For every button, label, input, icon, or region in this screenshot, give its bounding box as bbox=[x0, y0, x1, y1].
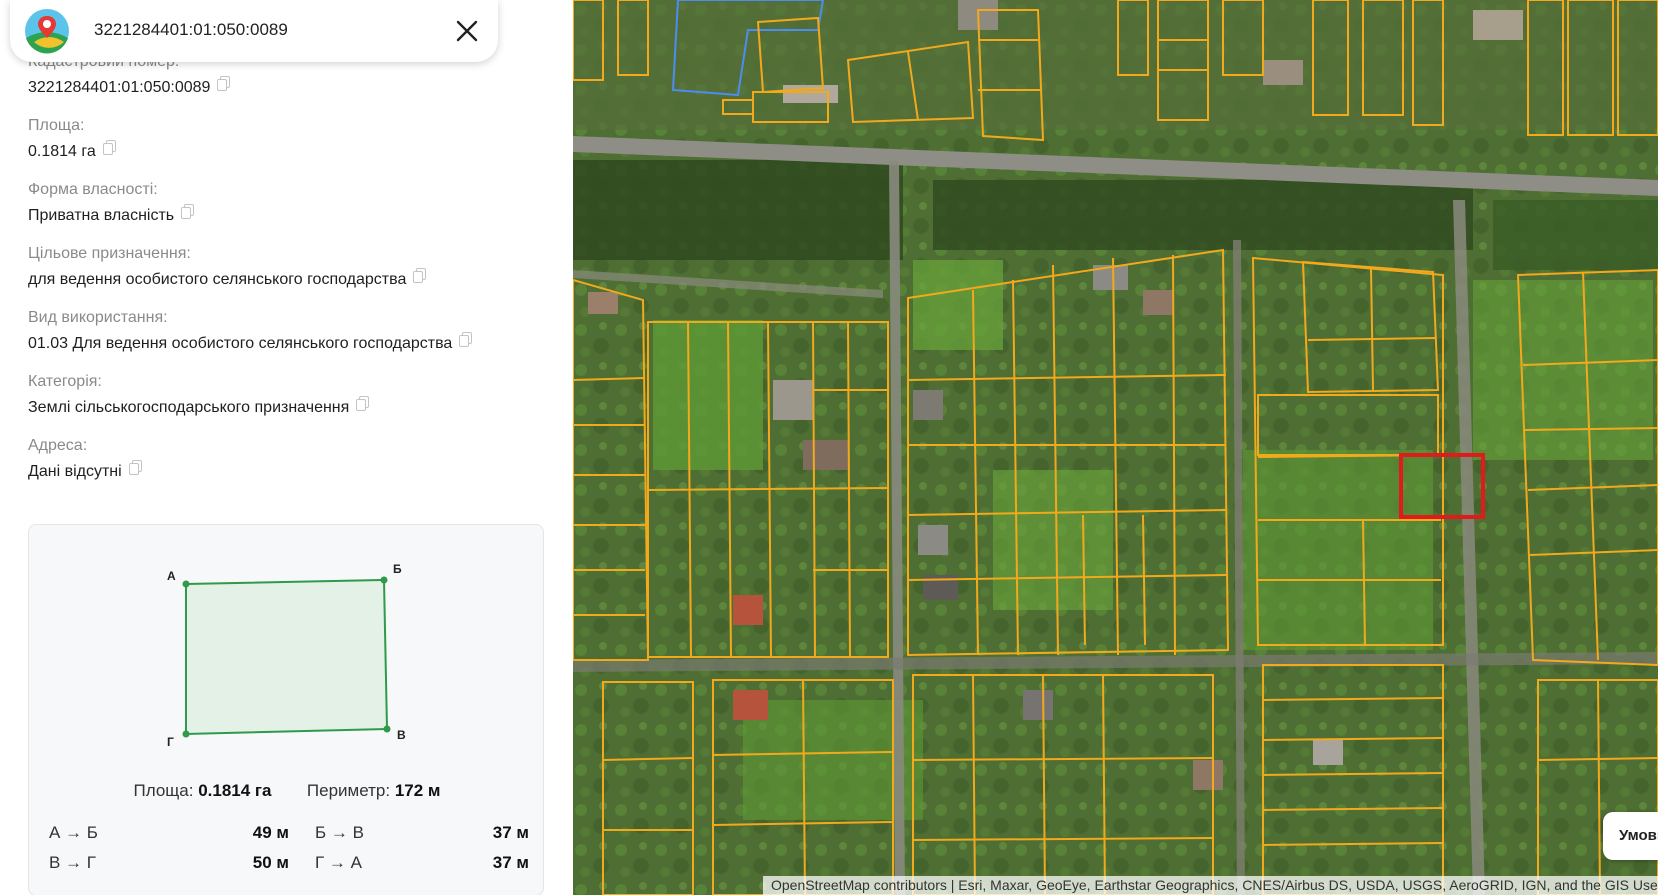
info-panel: 3221284401:01:050:0089 Кадастровий номер… bbox=[0, 0, 573, 895]
field-address: Адреса: Дані відсутні bbox=[28, 436, 548, 483]
side-row: А → Б 49 м Б → В 37 м bbox=[49, 823, 531, 847]
vertex-v-label: В bbox=[397, 728, 406, 742]
field-area: Площа: 0.1814 га bbox=[28, 116, 548, 163]
terms-button[interactable]: Умови bbox=[1603, 812, 1658, 860]
cadastral-map[interactable]: Умови OpenStreetMap contributors | Esri,… bbox=[573, 0, 1658, 895]
copy-icon[interactable] bbox=[181, 203, 195, 219]
building-roof bbox=[1023, 690, 1053, 720]
building-roof bbox=[1193, 760, 1223, 790]
field-value: Землі сільськогосподарського призначення bbox=[28, 399, 350, 416]
map-attribution: OpenStreetMap contributors | Esri, Maxar… bbox=[763, 876, 1658, 895]
field-value-row: 0.1814 га bbox=[28, 139, 548, 163]
parcel-fields: Кадастровий номер: 3221284401:01:050:008… bbox=[28, 52, 548, 500]
building-roof bbox=[733, 690, 768, 720]
area-value: 0.1814 га bbox=[198, 781, 272, 800]
perimeter-value: 172 м bbox=[394, 781, 441, 800]
vertex-v-point bbox=[383, 725, 391, 733]
field-patch bbox=[913, 260, 1003, 350]
field-patch bbox=[653, 320, 763, 470]
building-roof bbox=[1473, 10, 1523, 40]
field-patch bbox=[993, 470, 1113, 610]
side-label: Г → А bbox=[315, 853, 362, 872]
field-purpose: Цільове призначення: для ведення особист… bbox=[28, 244, 548, 291]
field-usage: Вид використання: 01.03 Для ведення особ… bbox=[28, 308, 548, 355]
field-value: для ведення особистого селянського госпо… bbox=[28, 271, 407, 288]
tree-belt bbox=[933, 180, 1473, 250]
copy-icon[interactable] bbox=[413, 267, 427, 283]
building-roof bbox=[1143, 290, 1173, 315]
copy-icon[interactable] bbox=[459, 331, 473, 347]
building-roof bbox=[803, 440, 848, 470]
search-input[interactable]: 3221284401:01:050:0089 bbox=[94, 20, 288, 40]
field-label: Адреса: bbox=[28, 437, 88, 454]
building-roof bbox=[1313, 740, 1343, 765]
side-length: 50 м bbox=[252, 853, 289, 872]
field-value-row: Дані відсутні bbox=[28, 459, 548, 483]
field-patch bbox=[1243, 450, 1433, 650]
side-length: 37 м bbox=[492, 853, 529, 872]
search-bar[interactable]: 3221284401:01:050:0089 bbox=[10, 0, 498, 62]
field-value: 0.1814 га bbox=[28, 143, 96, 160]
field-value-row: для ведення особистого селянського госпо… bbox=[28, 267, 548, 291]
field-ownership: Форма власності: Приватна власність bbox=[28, 180, 548, 227]
parcel-shape-card: А Б В Г Площа: 0.1814 га Периметр: 172 м… bbox=[28, 524, 544, 895]
cadastre-logo-icon bbox=[25, 9, 69, 54]
side-length: 37 м bbox=[492, 823, 529, 842]
field-value: Дані відсутні bbox=[28, 463, 122, 480]
side-length: 49 м bbox=[252, 823, 289, 842]
side-label: А → Б bbox=[49, 823, 98, 842]
vertex-g-point bbox=[182, 730, 190, 738]
building-roof bbox=[733, 595, 763, 625]
field-value-row: 3221284401:01:050:0089 bbox=[28, 75, 548, 99]
building-roof bbox=[588, 292, 618, 314]
field-value-row: Землі сільськогосподарського призначення bbox=[28, 395, 548, 419]
copy-icon[interactable] bbox=[128, 459, 142, 475]
tree-belt bbox=[1493, 200, 1658, 270]
parcel-shape-diagram: А Б В Г bbox=[167, 562, 406, 749]
building-roof bbox=[1263, 60, 1303, 85]
building-roof bbox=[913, 390, 943, 420]
field-category: Категорія: Землі сільськогосподарського … bbox=[28, 372, 548, 419]
area-label: Площа: bbox=[133, 781, 194, 800]
satellite-map-canvas[interactable] bbox=[573, 0, 1658, 895]
parcel-polygon bbox=[185, 578, 389, 736]
close-icon[interactable] bbox=[450, 14, 484, 48]
field-value: 3221284401:01:050:0089 bbox=[28, 79, 211, 96]
copy-icon[interactable] bbox=[217, 75, 231, 91]
field-patch bbox=[1473, 280, 1653, 460]
field-value: 01.03 Для ведення особистого селянського… bbox=[28, 335, 453, 352]
copy-icon[interactable] bbox=[102, 139, 116, 155]
field-value: Приватна власність bbox=[28, 207, 175, 224]
building-roof bbox=[773, 380, 813, 420]
vertex-a-point bbox=[182, 580, 190, 588]
copy-icon[interactable] bbox=[356, 395, 370, 411]
field-value-row: Приватна власність bbox=[28, 203, 548, 227]
vertex-b-label: Б bbox=[393, 562, 402, 576]
side-label: В → Г bbox=[49, 853, 96, 872]
perimeter-label: Периметр: bbox=[306, 781, 391, 800]
field-label: Цільове призначення: bbox=[28, 245, 191, 262]
building-roof bbox=[783, 85, 838, 103]
field-label: Категорія: bbox=[28, 373, 102, 390]
field-value-row: 01.03 Для ведення особистого селянського… bbox=[28, 331, 548, 355]
tree-belt bbox=[573, 160, 903, 260]
building-roof bbox=[918, 525, 948, 555]
vertex-b-point bbox=[380, 576, 388, 584]
field-label: Площа: bbox=[28, 117, 85, 134]
field-label: Вид використання: bbox=[28, 309, 168, 326]
side-row: В → Г 50 м Г → А 37 м bbox=[49, 853, 531, 877]
vertex-a-label: А bbox=[167, 569, 176, 583]
shape-summary: Площа: 0.1814 га Периметр: 172 м bbox=[29, 781, 545, 801]
vertex-g-label: Г bbox=[167, 735, 174, 749]
field-label: Форма власності: bbox=[28, 181, 158, 198]
side-label: Б → В bbox=[315, 823, 364, 842]
